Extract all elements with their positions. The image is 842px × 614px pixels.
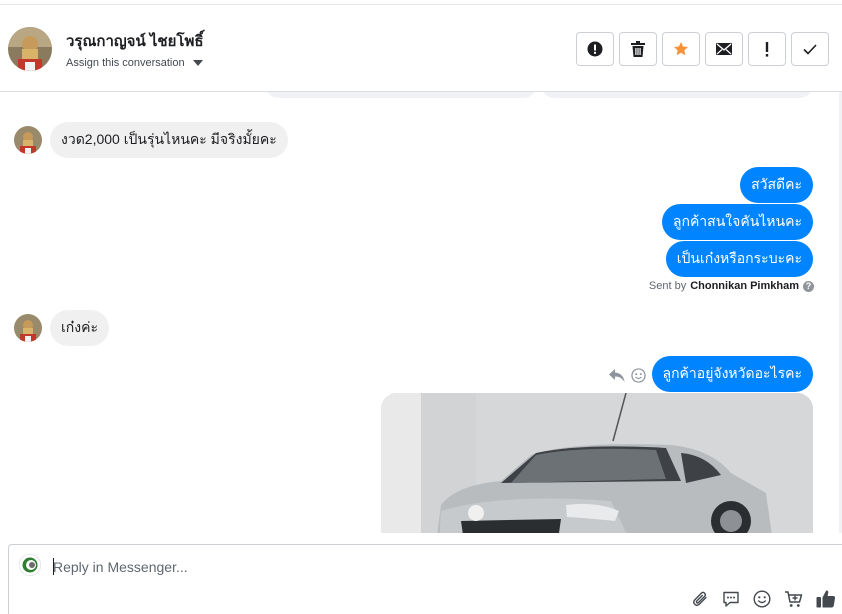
conversation-header: วรุณกาญจน์ ไชยโพธิ์ Assign this conversa… bbox=[0, 5, 842, 92]
envelope-icon bbox=[716, 43, 732, 55]
chevron-down-icon bbox=[192, 60, 203, 66]
emoji-icon[interactable] bbox=[753, 589, 771, 608]
exclamation-icon bbox=[765, 41, 769, 57]
assign-conversation-dropdown[interactable]: Assign this conversation bbox=[66, 57, 203, 69]
delete-button[interactable] bbox=[619, 32, 657, 66]
outgoing-message-bubble: เป็นเก๋งหรือกระบะคะ bbox=[665, 241, 813, 277]
composer-toolbar bbox=[691, 589, 836, 608]
mark-unread-button[interactable] bbox=[705, 32, 743, 66]
cart-icon[interactable] bbox=[784, 590, 803, 608]
follow-up-button[interactable] bbox=[662, 32, 700, 66]
reply-input[interactable] bbox=[53, 557, 653, 577]
page-avatar bbox=[19, 554, 41, 576]
alert-circle-icon bbox=[587, 41, 603, 57]
contact-avatar[interactable] bbox=[8, 27, 52, 71]
sent-by-prefix: Sent by bbox=[648, 280, 687, 292]
info-icon[interactable]: ? bbox=[803, 280, 814, 292]
outgoing-message-bubble: ลูกค้าอยู่จังหวัดอะไรคะ bbox=[651, 356, 813, 392]
emoji-react-icon[interactable] bbox=[631, 368, 646, 388]
text-cursor bbox=[53, 558, 54, 575]
previous-message-bubble bbox=[266, 92, 536, 98]
car-photo-attachment[interactable] bbox=[381, 393, 813, 533]
paperclip-icon[interactable] bbox=[691, 590, 709, 608]
star-icon bbox=[673, 41, 689, 57]
message-tools bbox=[609, 368, 646, 388]
header-actions bbox=[576, 32, 829, 66]
previous-message-bubble bbox=[542, 92, 812, 98]
sent-by-name[interactable]: Chonnikan Pimkham bbox=[690, 280, 799, 292]
incoming-message-bubble: งวด2,000 เป็นรุ่นไหนคะ มีจริงมั้ยคะ bbox=[50, 122, 288, 158]
trash-icon bbox=[631, 41, 645, 57]
contact-name[interactable]: วรุณกาญจน์ ไชยโพธิ์ bbox=[66, 29, 204, 53]
contact-avatar-small bbox=[14, 314, 42, 342]
incoming-message-row: เก๋งค่ะ bbox=[14, 310, 109, 346]
reply-icon[interactable] bbox=[609, 368, 625, 388]
assign-label: Assign this conversation bbox=[66, 57, 185, 69]
message-thread[interactable]: งวด2,000 เป็นรุ่นไหนคะ มีจริงมั้ยคะ สวัส… bbox=[0, 92, 842, 533]
messenger-inbox: วรุณกาญจน์ ไชยโพธิ์ Assign this conversa… bbox=[0, 0, 842, 614]
incoming-message-row: งวด2,000 เป็นรุ่นไหนคะ มีจริงมั้ยคะ bbox=[14, 122, 288, 158]
outgoing-message-bubble: สวัสดีคะ bbox=[740, 167, 813, 203]
checkmark-icon bbox=[803, 43, 817, 55]
mark-spam-button[interactable] bbox=[576, 32, 614, 66]
reply-composer bbox=[8, 544, 842, 614]
thumbs-up-icon[interactable] bbox=[816, 589, 836, 608]
incoming-message-bubble: เก๋งค่ะ bbox=[50, 310, 109, 346]
contact-avatar-small bbox=[14, 126, 42, 154]
outgoing-message-bubble: ลูกค้าสนใจคันไหนคะ bbox=[661, 204, 813, 240]
mark-done-button[interactable] bbox=[791, 32, 829, 66]
saved-reply-icon[interactable] bbox=[722, 590, 740, 608]
sent-by-line: Sent by Chonnikan Pimkham ? bbox=[649, 280, 814, 292]
mark-important-button[interactable] bbox=[748, 32, 786, 66]
